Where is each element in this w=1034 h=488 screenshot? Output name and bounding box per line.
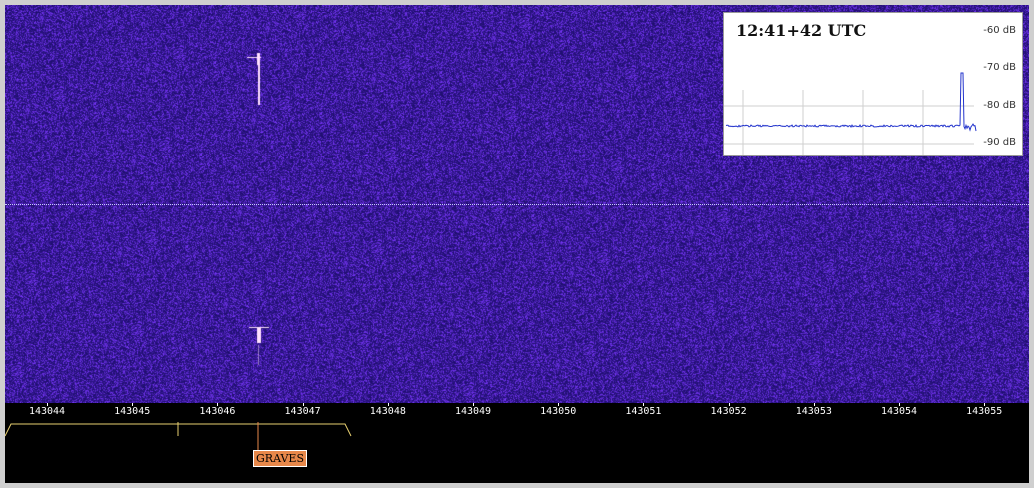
freq-tick-mark — [47, 403, 48, 406]
freq-tick-label: 143055 — [966, 406, 1003, 417]
db-label-80: -80 dB — [983, 100, 1016, 111]
freq-tick-mark — [899, 403, 900, 406]
passband-panel[interactable]: GRAVES — [5, 422, 1029, 483]
db-label-70: -70 dB — [983, 62, 1016, 73]
freq-tick-label: 143051 — [625, 406, 662, 417]
spectrum-panel: 12:41+42 UTC -60 dB -70 dB -80 dB -90 dB — [723, 12, 1023, 156]
freq-tick-label: 143052 — [710, 406, 747, 417]
sdr-window: 143044 143045 143046 143047 143048 143049 1430… — [0, 0, 1034, 488]
freq-tick-label: 143053 — [795, 406, 832, 417]
freq-tick-mark — [643, 403, 645, 406]
freq-tick-label: 143044 — [28, 406, 66, 417]
time-divider-line — [5, 204, 1029, 205]
freq-tick-mark — [473, 403, 474, 406]
freq-tick-label: 143050 — [540, 406, 577, 417]
freq-tick-label: 143049 — [454, 406, 492, 417]
freq-tick-mark — [813, 403, 815, 406]
passband-filter-outline — [5, 422, 352, 450]
freq-tick-mark — [302, 403, 304, 406]
frequency-axis[interactable]: 143044 143045 143046 143047 143048 143049 1430… — [5, 403, 1029, 422]
freq-tick-label: 143046 — [199, 406, 236, 417]
spectrum-trace — [725, 72, 977, 132]
freq-tick-label: 143054 — [880, 406, 918, 417]
freq-tick-label: 143048 — [369, 406, 406, 417]
utc-clock: 12:41+42 UTC — [736, 21, 867, 40]
freq-tick-mark — [387, 403, 389, 406]
freq-tick-mark — [217, 403, 219, 406]
db-label-60: -60 dB — [983, 25, 1016, 36]
freq-tick-label: 143045 — [114, 406, 151, 417]
freq-tick-mark — [984, 403, 986, 406]
freq-tick-mark — [132, 403, 134, 406]
db-label-90: -90 dB — [983, 137, 1016, 148]
freq-tick-label: 143047 — [284, 406, 321, 417]
freq-tick-mark — [728, 403, 730, 406]
freq-tick-mark — [558, 403, 560, 406]
graves-marker-label[interactable]: GRAVES — [253, 450, 307, 467]
